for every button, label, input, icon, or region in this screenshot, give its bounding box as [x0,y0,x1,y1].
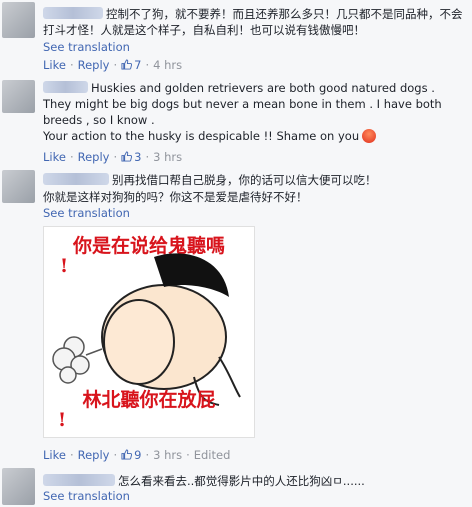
comment-actions: Like · Reply · 9 · 3 hrs · Edited [43,448,231,462]
like-button[interactable]: Like [43,150,66,164]
timestamp[interactable]: 3 hrs [153,150,182,164]
comment-text: 控制不了狗，就不要养！而且还养那么多只！几只都不是同品种，不会打斗才怪！人就是这… [43,7,463,37]
comment-actions: Like · Reply · 3 · 3 hrs [43,150,183,164]
comment-actions: Like · Reply · 7 · 4 hrs [43,58,183,72]
comment-text: 怎么看来看去..都觉得影片中的人还比狗凶ㅁ...... [43,473,464,489]
like-count[interactable]: 3 [121,150,141,164]
see-translation-link[interactable]: See translation [43,489,130,503]
comment-text: Huskies and golden retrievers are both g… [43,81,442,127]
thumbs-up-icon [121,151,133,162]
like-button[interactable]: Like [43,58,66,72]
see-translation-link[interactable]: See translation [43,40,130,54]
avatar[interactable] [2,468,35,505]
comment-text: 别再找借口帮自己脱身，你的话可以信大便可以吃！ [43,172,464,188]
reply-button[interactable]: Reply [78,150,110,164]
reply-button[interactable]: Reply [78,448,110,462]
sticker-exclamation-bottom: ! [57,409,67,431]
commenter-name[interactable] [43,474,115,486]
like-count[interactable]: 7 [121,58,141,72]
commenter-name[interactable] [43,81,88,93]
avatar[interactable] [2,170,35,203]
comment-text-2: 你就是这样对狗狗的吗？你这不是爱是虐待好不好！ [43,190,308,204]
thumbs-up-icon [121,449,133,460]
thumbs-up-icon [121,59,133,70]
avatar[interactable] [2,80,35,113]
sticker-image[interactable]: 你是在说给鬼聽嗎 ! 林北聽你在放屁 ! [43,226,255,438]
reply-button[interactable]: Reply [78,58,110,72]
edited-label[interactable]: Edited [194,448,231,462]
commenter-name[interactable] [43,173,109,185]
like-count[interactable]: 9 [121,448,141,462]
timestamp[interactable]: 3 hrs [153,448,182,462]
comment-text-2: Your action to the husky is despicable !… [43,128,464,144]
avatar[interactable] [2,2,35,38]
sticker-caption-bottom: 林北聽你在放屁 [82,389,216,411]
see-translation-link[interactable]: See translation [43,206,130,220]
timestamp[interactable]: 4 hrs [153,58,182,72]
angry-face-emoji [362,129,377,143]
commenter-name[interactable] [43,7,103,19]
like-button[interactable]: Like [43,448,66,462]
